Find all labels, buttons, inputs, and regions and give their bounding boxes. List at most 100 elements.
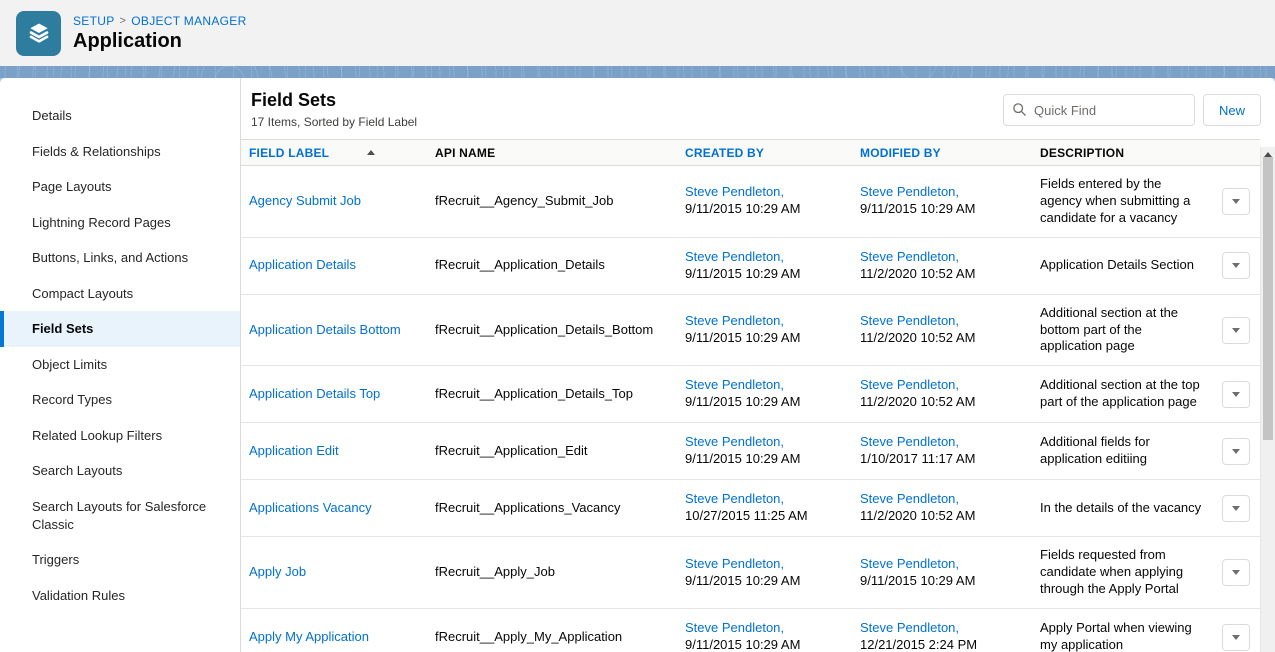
column-header-modified-by[interactable]: MODIFIED BY bbox=[856, 146, 1036, 160]
created-by-link[interactable]: Steve Pendleton, bbox=[685, 377, 850, 394]
breadcrumb: SETUP > OBJECT MANAGER bbox=[73, 14, 247, 28]
field-label-link[interactable]: Application Details Top bbox=[249, 386, 380, 401]
modified-by-link[interactable]: Steve Pendleton, bbox=[860, 556, 1030, 573]
api-name-cell: fRecruit__Application_Details_Top bbox=[431, 376, 681, 413]
modified-by-cell: Steve Pendleton, 12/21/2015 2:24 PM bbox=[856, 610, 1036, 652]
sidebar-item-record-types[interactable]: Record Types bbox=[0, 382, 240, 418]
created-by-cell: Steve Pendleton, 9/11/2015 10:29 AM bbox=[681, 546, 856, 600]
table-row: Application Edit fRecruit__Application_E… bbox=[241, 423, 1260, 480]
column-header-created-by[interactable]: CREATED BY bbox=[681, 146, 856, 160]
modified-date: 9/11/2015 10:29 AM bbox=[860, 573, 1030, 590]
scrollbar-thumb[interactable] bbox=[1263, 157, 1273, 440]
row-actions-button[interactable] bbox=[1222, 438, 1250, 465]
row-actions-button[interactable] bbox=[1222, 624, 1250, 651]
column-header-api-name: API NAME bbox=[431, 146, 681, 160]
sidebar-item-buttons-links-and-actions[interactable]: Buttons, Links, and Actions bbox=[0, 240, 240, 276]
modified-date: 12/21/2015 2:24 PM bbox=[860, 637, 1030, 652]
breadcrumb-object-manager-link[interactable]: OBJECT MANAGER bbox=[131, 14, 246, 28]
description-cell: Additional section at the top part of th… bbox=[1036, 367, 1208, 421]
field-label-link[interactable]: Agency Submit Job bbox=[249, 193, 361, 208]
sidebar-item-details[interactable]: Details bbox=[0, 98, 240, 134]
description-cell: Apply Portal when viewing my application bbox=[1036, 610, 1208, 652]
modified-by-cell: Steve Pendleton, 11/2/2020 10:52 AM bbox=[856, 239, 1036, 293]
created-date: 9/11/2015 10:29 AM bbox=[685, 201, 850, 218]
column-header-field-label[interactable]: FIELD LABEL bbox=[241, 146, 431, 160]
chevron-down-icon bbox=[1232, 392, 1240, 397]
sidebar-item-field-sets[interactable]: Field Sets bbox=[0, 311, 240, 347]
field-label-link[interactable]: Application Details bbox=[249, 257, 356, 272]
created-by-cell: Steve Pendleton, 9/11/2015 10:29 AM bbox=[681, 174, 856, 228]
modified-by-link[interactable]: Steve Pendleton, bbox=[860, 249, 1030, 266]
description-cell: Additional fields for application editii… bbox=[1036, 424, 1208, 478]
field-label-link[interactable]: Apply Job bbox=[249, 564, 306, 579]
chevron-down-icon bbox=[1232, 570, 1240, 575]
description-cell: Additional section at the bottom part of… bbox=[1036, 295, 1208, 366]
chevron-down-icon bbox=[1232, 449, 1240, 454]
modified-by-link[interactable]: Steve Pendleton, bbox=[860, 184, 1030, 201]
created-date: 9/11/2015 10:29 AM bbox=[685, 394, 850, 411]
created-by-cell: Steve Pendleton, 9/11/2015 10:29 AM bbox=[681, 610, 856, 652]
sidebar-item-validation-rules[interactable]: Validation Rules bbox=[0, 578, 240, 614]
sidebar-item-triggers[interactable]: Triggers bbox=[0, 542, 240, 578]
api-name-cell: fRecruit__Application_Details_Bottom bbox=[431, 312, 681, 349]
sidebar-item-compact-layouts[interactable]: Compact Layouts bbox=[0, 276, 240, 312]
modified-by-link[interactable]: Steve Pendleton, bbox=[860, 434, 1030, 451]
modified-date: 11/2/2020 10:52 AM bbox=[860, 394, 1030, 411]
table-row: Apply Job fRecruit__Apply_Job Steve Pend… bbox=[241, 537, 1260, 609]
sidebar-item-object-limits[interactable]: Object Limits bbox=[0, 347, 240, 383]
row-actions-button[interactable] bbox=[1222, 252, 1250, 279]
field-label-link[interactable]: Application Details Bottom bbox=[249, 322, 401, 337]
created-by-link[interactable]: Steve Pendleton, bbox=[685, 620, 850, 637]
modified-by-link[interactable]: Steve Pendleton, bbox=[860, 620, 1030, 637]
modified-by-cell: Steve Pendleton, 9/11/2015 10:29 AM bbox=[856, 174, 1036, 228]
modified-date: 9/11/2015 10:29 AM bbox=[860, 201, 1030, 218]
new-button[interactable]: New bbox=[1203, 94, 1261, 126]
api-name-cell: fRecruit__Application_Edit bbox=[431, 433, 681, 470]
row-actions-button[interactable] bbox=[1222, 188, 1250, 215]
table-row: Agency Submit Job fRecruit__Agency_Submi… bbox=[241, 166, 1260, 238]
created-by-link[interactable]: Steve Pendleton, bbox=[685, 313, 850, 330]
row-actions-button[interactable] bbox=[1222, 381, 1250, 408]
chevron-down-icon bbox=[1232, 635, 1240, 640]
object-manager-icon bbox=[16, 11, 61, 56]
row-actions-button[interactable] bbox=[1222, 559, 1250, 586]
api-name-cell: fRecruit__Apply_Job bbox=[431, 554, 681, 591]
vertical-scrollbar[interactable] bbox=[1260, 147, 1275, 652]
setup-header: SETUP > OBJECT MANAGER Application bbox=[0, 0, 1275, 66]
row-actions-button[interactable] bbox=[1222, 317, 1250, 344]
chevron-down-icon bbox=[1232, 199, 1240, 204]
modified-by-cell: Steve Pendleton, 11/2/2020 10:52 AM bbox=[856, 481, 1036, 535]
created-by-link[interactable]: Steve Pendleton, bbox=[685, 434, 850, 451]
page-title: Application bbox=[73, 30, 247, 53]
layers-icon bbox=[26, 20, 52, 46]
table-body: Agency Submit Job fRecruit__Agency_Submi… bbox=[241, 166, 1260, 652]
search-icon bbox=[1012, 102, 1027, 122]
api-name-cell: fRecruit__Application_Details bbox=[431, 247, 681, 284]
created-by-link[interactable]: Steve Pendleton, bbox=[685, 184, 850, 201]
table-row: Application Details Top fRecruit__Applic… bbox=[241, 366, 1260, 423]
field-label-link[interactable]: Apply My Application bbox=[249, 629, 369, 644]
api-name-cell: fRecruit__Applications_Vacancy bbox=[431, 490, 681, 527]
field-label-link[interactable]: Application Edit bbox=[249, 443, 339, 458]
created-by-link[interactable]: Steve Pendleton, bbox=[685, 491, 850, 508]
breadcrumb-setup-link[interactable]: SETUP bbox=[73, 14, 115, 28]
description-cell: Fields entered by the agency when submit… bbox=[1036, 166, 1208, 237]
sidebar-item-page-layouts[interactable]: Page Layouts bbox=[0, 169, 240, 205]
modified-by-link[interactable]: Steve Pendleton, bbox=[860, 313, 1030, 330]
sidebar-item-search-layouts-for-salesforce-classic[interactable]: Search Layouts for Salesforce Classic bbox=[0, 489, 240, 542]
created-by-link[interactable]: Steve Pendleton, bbox=[685, 249, 850, 266]
list-subtitle: 17 Items, Sorted by Field Label bbox=[251, 115, 417, 129]
modified-by-link[interactable]: Steve Pendleton, bbox=[860, 377, 1030, 394]
field-label-link[interactable]: Applications Vacancy bbox=[249, 500, 372, 515]
created-date: 9/11/2015 10:29 AM bbox=[685, 330, 850, 347]
modified-by-link[interactable]: Steve Pendleton, bbox=[860, 491, 1030, 508]
row-actions-button[interactable] bbox=[1222, 495, 1250, 522]
sidebar-item-lightning-record-pages[interactable]: Lightning Record Pages bbox=[0, 205, 240, 241]
created-by-link[interactable]: Steve Pendleton, bbox=[685, 556, 850, 573]
modified-by-cell: Steve Pendleton, 11/2/2020 10:52 AM bbox=[856, 303, 1036, 357]
sidebar-item-search-layouts[interactable]: Search Layouts bbox=[0, 453, 240, 489]
quick-find-input[interactable] bbox=[1003, 94, 1195, 126]
modified-date: 1/10/2017 11:17 AM bbox=[860, 451, 1030, 468]
sidebar-item-related-lookup-filters[interactable]: Related Lookup Filters bbox=[0, 418, 240, 454]
sidebar-item-fields-relationships[interactable]: Fields & Relationships bbox=[0, 134, 240, 170]
